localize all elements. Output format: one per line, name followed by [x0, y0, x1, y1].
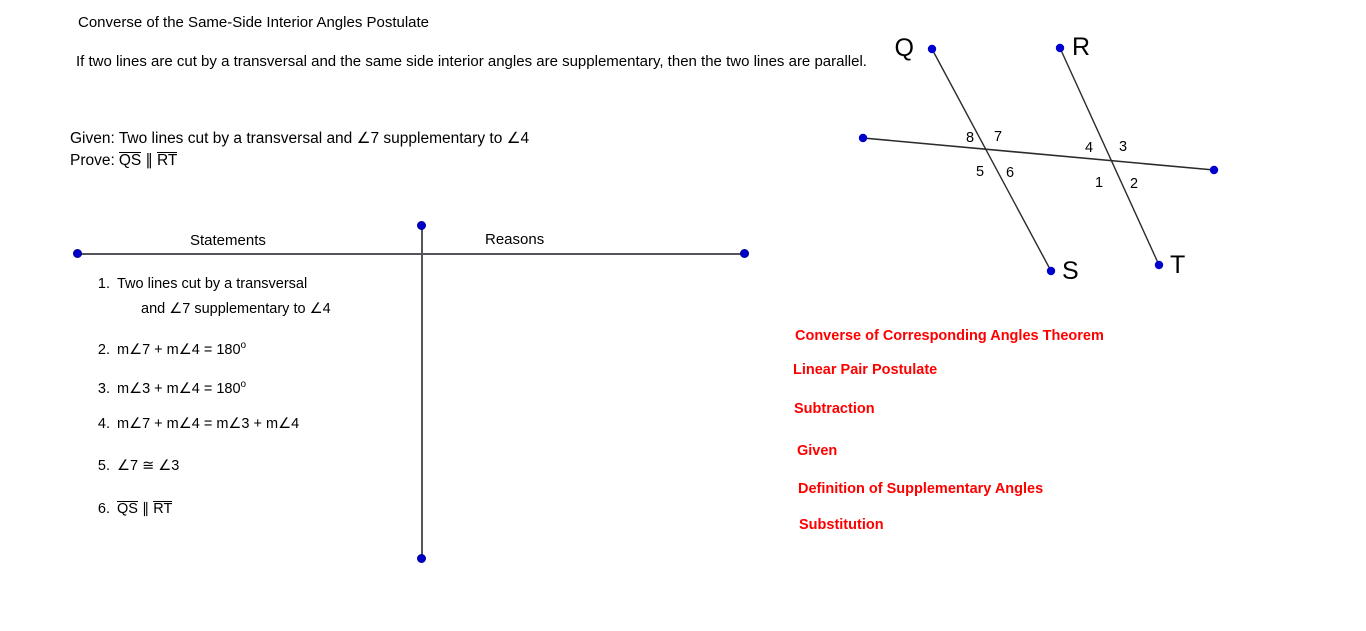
transversal-line — [862, 137, 1215, 171]
statement-number: 3. — [97, 380, 110, 397]
line-endpoint-dot — [417, 554, 426, 563]
angle-label-4: 4 — [1085, 140, 1093, 156]
point-label-s: S — [1062, 257, 1079, 285]
prove-segment-rt: RT — [156, 152, 178, 169]
line-endpoint-dot — [417, 221, 426, 230]
point-label-t: T — [1170, 251, 1185, 279]
angle-label-6: 6 — [1006, 165, 1014, 181]
statement-text: m∠7 + m∠4 = m∠3 + m∠4 — [117, 416, 300, 432]
reason-choice-converse-of-corresponding-angles-theorem[interactable]: Converse of Corresponding Angles Theorem — [795, 328, 1104, 344]
line-endpoint-dot — [73, 249, 82, 258]
statement-row: 1. Two lines cut by a transversal and ∠7… — [88, 276, 331, 317]
statement-row: 4. m∠7 + m∠4 = m∠3 + m∠4 — [88, 416, 299, 432]
prove-label: Prove: — [70, 152, 115, 169]
statement-number: 1. — [97, 276, 110, 292]
statement-number: 5. — [97, 458, 110, 474]
statement-segment-qs: QS — [117, 501, 138, 517]
column-header-statements: Statements — [190, 232, 266, 249]
transversal-endpoint-dot-right — [1209, 165, 1219, 175]
statement-text: ∠7 ≅ ∠3 — [117, 458, 180, 474]
line-qs — [931, 48, 1052, 272]
degree-symbol: o — [240, 340, 247, 351]
statement-row: 6. QS ∥ RT — [88, 501, 173, 517]
angle-label-3: 3 — [1119, 139, 1127, 155]
table-header-divider — [78, 253, 745, 255]
statement-text-line1: m∠7 + m∠4 = 180 — [117, 341, 241, 358]
angle-label-7: 7 — [994, 129, 1002, 145]
statement-number: 4. — [97, 416, 110, 432]
angle-label-8: 8 — [966, 130, 974, 146]
prove-statement: Prove: QS ∥ RT — [70, 151, 178, 170]
point-dot-s — [1046, 266, 1056, 276]
given-statement: Given: Two lines cut by a transversal an… — [70, 130, 530, 147]
page-title: Converse of the Same-Side Interior Angle… — [78, 14, 430, 31]
line-rt — [1059, 47, 1160, 266]
prove-parallel-symbol: ∥ — [145, 152, 153, 169]
angle-label-1: 1 — [1095, 175, 1103, 191]
statement-number: 2. — [97, 341, 110, 358]
reason-choice-subtraction[interactable]: Subtraction — [794, 401, 875, 417]
point-label-q: Q — [895, 34, 914, 62]
point-dot-r — [1055, 43, 1065, 53]
reason-choice-definition-of-supplementary-angles[interactable]: Definition of Supplementary Angles — [798, 481, 1043, 497]
statement-text: QS ∥ RT — [117, 501, 173, 517]
statement-text: Two lines cut by a transversal and ∠7 su… — [117, 276, 331, 317]
geometry-diagram: Q R S T 8 7 5 6 4 3 1 2 — [840, 10, 1260, 310]
transversal-endpoint-dot-left — [858, 133, 868, 143]
line-endpoint-dot — [740, 249, 749, 258]
angle-label-5: 5 — [976, 164, 984, 180]
point-dot-t — [1154, 260, 1164, 270]
reason-choice-linear-pair-postulate[interactable]: Linear Pair Postulate — [793, 362, 937, 378]
degree-symbol: o — [240, 379, 247, 390]
statement-parallel-symbol: ∥ — [141, 501, 150, 517]
point-dot-q — [927, 44, 937, 54]
statement-text-line2: and ∠7 supplementary to ∠4 — [141, 301, 331, 317]
statement-text: m∠7 + m∠4 = 180o — [117, 340, 246, 358]
statement-text-line1: m∠3 + m∠4 = 180 — [117, 380, 241, 397]
statement-row: 2. m∠7 + m∠4 = 180o — [88, 340, 246, 358]
statement-number: 6. — [97, 501, 110, 517]
reason-choice-substitution[interactable]: Substitution — [799, 517, 884, 533]
reason-choice-given[interactable]: Given — [797, 443, 837, 459]
table-column-divider — [421, 226, 423, 559]
statement-row: 5. ∠7 ≅ ∠3 — [88, 458, 179, 474]
angle-label-2: 2 — [1130, 176, 1138, 192]
theorem-statement: If two lines are cut by a transversal an… — [76, 53, 867, 70]
statement-text: m∠3 + m∠4 = 180o — [117, 379, 246, 397]
prove-segment-qs: QS — [118, 152, 142, 169]
column-header-reasons: Reasons — [485, 231, 545, 248]
statement-text-line1: Two lines cut by a transversal — [117, 276, 308, 292]
statement-row: 3. m∠3 + m∠4 = 180o — [88, 379, 246, 397]
statement-segment-rt: RT — [153, 501, 173, 517]
point-label-r: R — [1072, 33, 1090, 61]
